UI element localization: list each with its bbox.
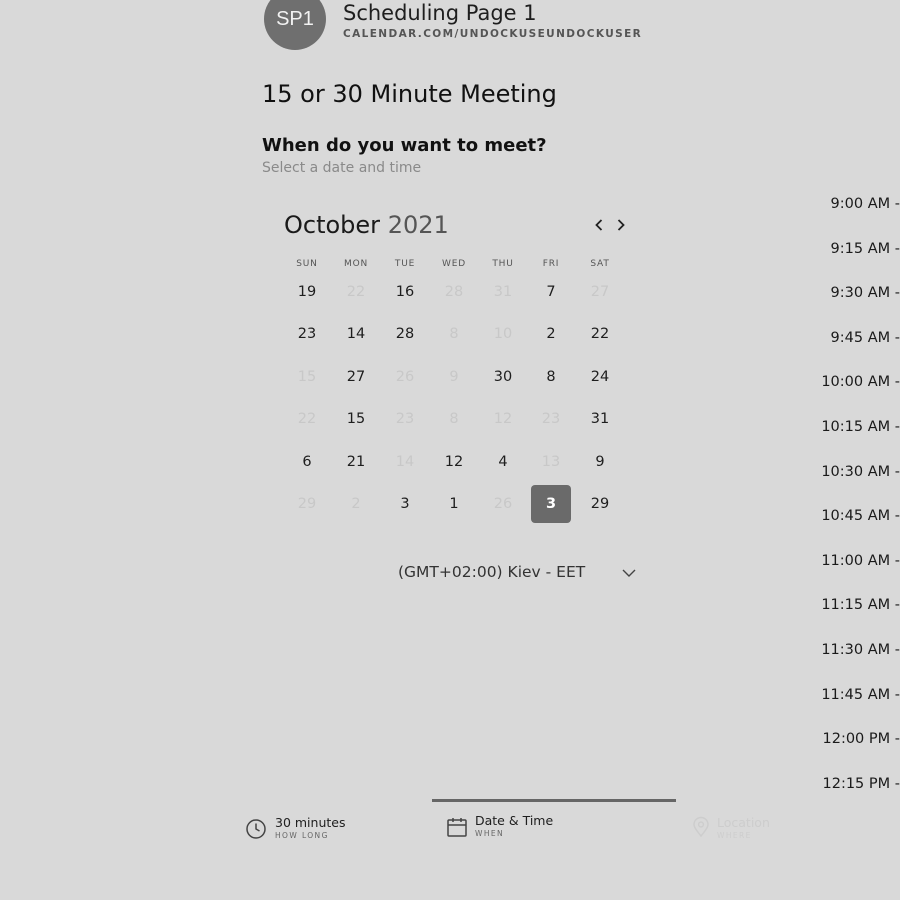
calendar-day[interactable]: 21 [336,443,376,481]
calendar-day[interactable]: 23 [287,315,327,353]
clock-icon [246,819,266,839]
weekday-header-tue: TUE [394,259,416,269]
calendar-day: 29 [297,496,317,512]
calendar-day[interactable]: 2 [531,315,571,353]
question-heading: When do you want to meet? [262,135,547,156]
chevron-left-icon [595,219,603,231]
calendar-day: 10 [493,326,513,342]
calendar-day[interactable]: 31 [580,400,620,438]
time-slot[interactable]: 9:45 AM - [810,330,900,346]
calendar-day[interactable]: 8 [531,358,571,396]
calendar-day-selected[interactable]: 3 [531,485,571,523]
year-label: 2021 [387,211,449,239]
step-duration-title: 30 minutes [275,815,346,830]
scheduling-page-name: Scheduling Page 1 [343,1,537,25]
calendar-day: 23 [395,411,415,427]
calendar-day[interactable]: 22 [580,315,620,353]
calendar-day: 14 [395,454,415,470]
time-slot[interactable]: 10:00 AM - [810,374,900,390]
time-slot[interactable]: 9:15 AM - [810,241,900,257]
calendar-day: 9 [449,369,459,385]
weekday-header-sun: SUN [296,259,318,269]
question-subtitle: Select a date and time [262,160,422,176]
weekday-header-thu: THU [492,259,514,269]
calendar-day[interactable]: 19 [287,273,327,311]
calendar-day[interactable]: 4 [483,443,523,481]
calendar-day[interactable]: 24 [580,358,620,396]
calendar-day: 28 [444,284,464,300]
previous-month-button[interactable] [590,214,608,236]
avatar: SP1 [264,0,326,50]
calendar-day[interactable]: 7 [531,273,571,311]
calendar-day[interactable]: 15 [336,400,376,438]
weekday-header-sat: SAT [590,259,610,269]
calendar-day: 15 [297,369,317,385]
calendar-day: 31 [493,284,513,300]
step-duration[interactable]: 30 minutes HOW LONG [275,815,345,840]
calendar-day: 2 [351,496,361,512]
calendar-day[interactable]: 28 [385,315,425,353]
time-slot[interactable]: 9:00 AM - [810,196,900,212]
timezone-selector[interactable]: (GMT+02:00) Kiev - EET [398,563,585,581]
calendar-day[interactable]: 1 [434,485,474,523]
weekday-header-mon: MON [344,259,368,269]
step-location-title: Location [717,815,770,830]
step-location-subtitle: WHERE [717,831,752,840]
calendar-day: 13 [541,454,561,470]
scheduling-page-url[interactable]: CALENDAR.COM/UNDOCKUSEUNDOCKUSER [343,28,642,40]
calendar-day: 27 [590,284,610,300]
meeting-title: 15 or 30 Minute Meeting [262,80,557,108]
calendar-day[interactable]: 16 [385,273,425,311]
time-slot[interactable]: 12:00 PM - [810,731,900,747]
calendar-day[interactable]: 3 [385,485,425,523]
time-slot[interactable]: 10:15 AM - [810,419,900,435]
calendar-icon [447,818,467,837]
calendar-day: 12 [493,411,513,427]
calendar-day[interactable]: 9 [580,443,620,481]
month-year-label: October 2021 [284,211,449,239]
calendar-day[interactable]: 27 [336,358,376,396]
chevron-right-icon [617,219,625,231]
time-slot[interactable]: 11:00 AM - [810,553,900,569]
calendar-day: 23 [541,411,561,427]
calendar-day[interactable]: 29 [580,485,620,523]
step-date-time[interactable]: Date & Time WHEN [475,813,553,838]
time-slot[interactable]: 11:30 AM - [810,642,900,658]
next-month-button[interactable] [612,214,630,236]
weekday-header-wed: WED [442,259,466,269]
calendar-day[interactable]: 6 [287,443,327,481]
calendar-day[interactable]: 12 [434,443,474,481]
location-pin-icon [693,816,709,838]
step-date-time-title: Date & Time [475,813,554,828]
chevron-down-icon[interactable] [621,566,637,580]
calendar-day: 8 [449,326,459,342]
calendar-day: 26 [395,369,415,385]
time-slot[interactable]: 11:45 AM - [810,687,900,703]
time-slot[interactable]: 11:15 AM - [810,597,900,613]
calendar-day[interactable]: 14 [336,315,376,353]
time-slot[interactable]: 10:45 AM - [810,508,900,524]
step-date-time-subtitle: WHEN [475,829,505,838]
time-slot[interactable]: 12:15 PM - [810,776,900,792]
month-label: October [284,211,381,239]
calendar-day: 8 [449,411,459,427]
calendar-day: 22 [346,284,366,300]
weekday-header-fri: FRI [542,259,560,269]
time-slot[interactable]: 9:30 AM - [810,285,900,301]
time-slot[interactable]: 10:30 AM - [810,464,900,480]
calendar-day: 26 [493,496,513,512]
active-step-underline [432,799,676,802]
calendar-day[interactable]: 30 [483,358,523,396]
calendar-day: 22 [297,411,317,427]
step-duration-subtitle: HOW LONG [275,831,329,840]
step-location[interactable]: Location WHERE [717,815,770,840]
